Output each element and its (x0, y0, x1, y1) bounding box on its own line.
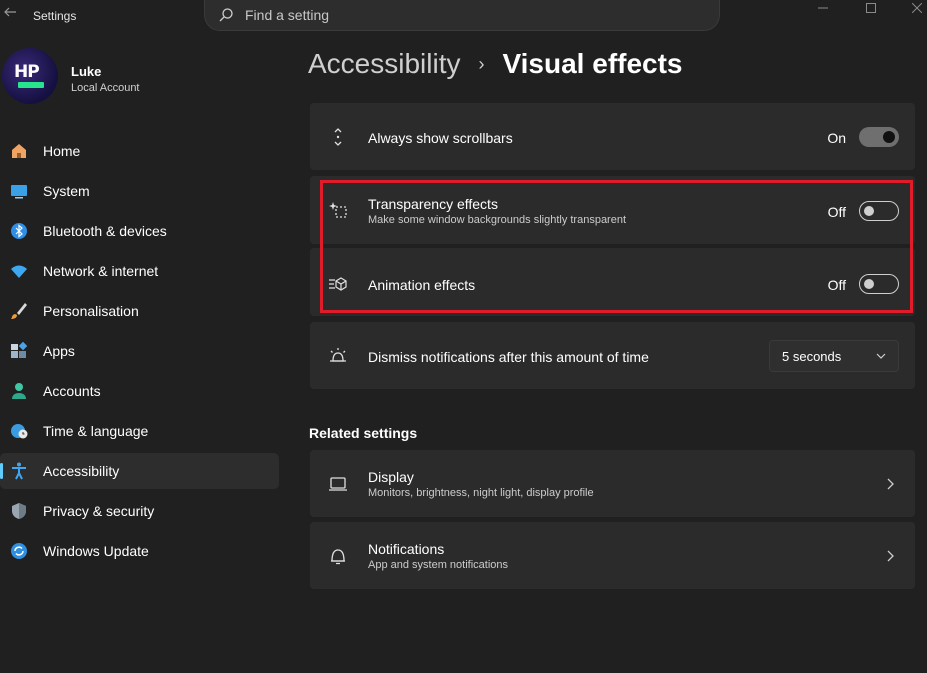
sidebar-item-label: Personalisation (43, 303, 139, 319)
setting-title: Always show scrollbars (368, 130, 513, 146)
page-title: Visual effects (502, 48, 683, 79)
sidebar-item-accounts[interactable]: Accounts (0, 373, 279, 409)
sidebar-item-time-language[interactable]: Time & language (0, 413, 279, 449)
chevron-right-icon (887, 478, 894, 490)
sidebar-item-label: Accounts (43, 383, 101, 399)
update-icon (9, 541, 29, 561)
sidebar-item-personalisation[interactable]: Personalisation (0, 293, 279, 329)
user-name: Luke (71, 64, 102, 79)
setting-card-scrollbars: Always show scrollbars On (310, 103, 915, 170)
dropdown-value: 5 seconds (782, 348, 842, 364)
globe-clock-icon (9, 421, 29, 441)
system-icon (9, 181, 29, 201)
wifi-icon (9, 261, 29, 281)
sidebar-item-label: Apps (43, 343, 75, 359)
laptop-icon (329, 477, 347, 491)
shield-icon (9, 501, 29, 521)
close-icon (912, 3, 922, 13)
setting-subtitle: Monitors, brightness, night light, displ… (368, 487, 594, 499)
sidebar-item-label: Windows Update (43, 543, 149, 559)
setting-card-notification-timeout: Dismiss notifications after this amount … (310, 322, 915, 389)
maximize-button[interactable] (848, 0, 894, 16)
animation-icon (329, 277, 347, 291)
maximize-icon (866, 3, 876, 13)
breadcrumb-parent[interactable]: Accessibility (308, 48, 460, 80)
avatar-logo-bar (18, 82, 44, 88)
chevron-down-icon (876, 353, 886, 359)
account-type: Local Account (71, 82, 140, 94)
setting-title: Dismiss notifications after this amount … (368, 349, 649, 365)
bell-icon (331, 549, 345, 565)
back-arrow-icon[interactable] (2, 4, 18, 20)
related-card-notifications[interactable]: Notifications App and system notificatio… (310, 522, 915, 589)
accessibility-icon (9, 461, 29, 481)
sidebar-item-label: Time & language (43, 423, 149, 439)
sidebar-item-apps[interactable]: Apps (0, 333, 279, 369)
home-icon (9, 141, 29, 161)
sidebar-item-label: Accessibility (43, 463, 120, 479)
sidebar-item-home[interactable]: Home (0, 133, 279, 169)
app-title: Settings (33, 9, 77, 23)
search-box[interactable] (204, 0, 720, 31)
avatar[interactable]: HP (2, 48, 58, 104)
minimize-button[interactable] (800, 0, 846, 16)
sidebar-item-bluetooth[interactable]: Bluetooth & devices (0, 213, 279, 249)
minimize-icon (818, 7, 828, 9)
notification-timeout-dropdown[interactable]: 5 seconds (769, 340, 899, 372)
setting-subtitle: Make some window backgrounds slightly tr… (368, 214, 627, 226)
avatar-logo-text: HP (14, 62, 40, 82)
sidebar-item-label: Bluetooth & devices (43, 223, 167, 239)
sidebar-item-label: Privacy & security (43, 503, 155, 519)
search-icon (219, 8, 233, 22)
toggle-state-label: Off (827, 204, 846, 220)
setting-card-animation: Animation effects Off (310, 248, 915, 316)
apps-icon (9, 341, 29, 361)
setting-card-transparency: Transparency effects Make some window ba… (310, 176, 915, 244)
brush-icon (9, 301, 29, 321)
toggle-state-label: Off (827, 277, 846, 293)
bell-ring-icon (330, 348, 346, 362)
sidebar-item-label: Home (43, 143, 81, 159)
setting-title: Transparency effects (368, 196, 498, 212)
transparency-toggle[interactable] (859, 201, 899, 221)
setting-title: Animation effects (368, 277, 476, 293)
scrollbar-icon (334, 128, 342, 146)
related-settings-heading: Related settings (309, 425, 418, 441)
bluetooth-icon (9, 221, 29, 241)
sidebar-item-label: Network & internet (43, 263, 159, 279)
animation-toggle[interactable] (859, 274, 899, 294)
setting-title: Notifications (368, 541, 445, 557)
setting-subtitle: App and system notifications (368, 559, 509, 571)
sidebar-item-system[interactable]: System (0, 173, 279, 209)
close-button[interactable] (894, 0, 927, 16)
sidebar-item-privacy[interactable]: Privacy & security (0, 493, 279, 529)
related-card-display[interactable]: Display Monitors, brightness, night ligh… (310, 450, 915, 517)
scrollbars-toggle[interactable] (859, 127, 899, 147)
sidebar-item-network[interactable]: Network & internet (0, 253, 279, 289)
person-icon (9, 381, 29, 401)
breadcrumb-separator: › (478, 53, 485, 74)
search-input[interactable] (245, 7, 705, 23)
chevron-right-icon (887, 550, 894, 562)
sidebar-item-windows-update[interactable]: Windows Update (0, 533, 279, 569)
sidebar-item-accessibility[interactable]: Accessibility (0, 453, 279, 489)
sidebar-nav: Home System Bluetooth & devices Network … (0, 133, 280, 573)
toggle-state-label: On (827, 130, 846, 146)
transparency-icon (329, 202, 347, 218)
sidebar-item-label: System (43, 183, 90, 199)
breadcrumb: Accessibility › Visual effects (308, 48, 683, 80)
setting-title: Display (368, 469, 414, 485)
